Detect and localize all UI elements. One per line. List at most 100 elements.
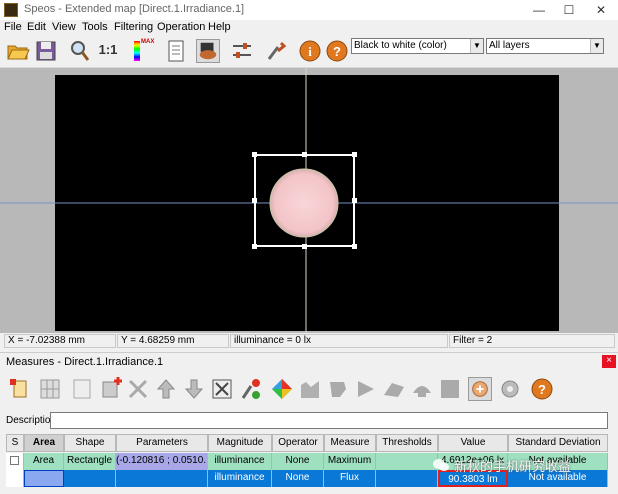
measure-settings-icon[interactable] xyxy=(238,377,262,401)
help-icon[interactable]: ? xyxy=(530,377,554,401)
adjust-sliders-icon[interactable] xyxy=(230,39,254,63)
chevron-down-icon: ▼ xyxy=(590,39,603,53)
table-row-checkbox[interactable] xyxy=(6,470,24,487)
cone-shape-icon[interactable] xyxy=(354,377,378,401)
measures-table: S Area Shape Parameters Magnitude Operat… xyxy=(6,434,618,494)
close-window-button[interactable]: ✕ xyxy=(586,0,616,20)
window-title: Speos - Extended map [Direct.1.Irradianc… xyxy=(24,3,245,15)
export-toggle[interactable] xyxy=(468,377,492,401)
profile-chart-icon[interactable] xyxy=(298,377,322,401)
status-x: X = -7.02388 mm xyxy=(4,334,116,348)
help-icon[interactable]: ? xyxy=(325,39,349,63)
column-header-s[interactable]: S xyxy=(6,434,24,452)
column-header-value[interactable]: Value xyxy=(438,434,508,452)
column-header-parameters[interactable]: Parameters xyxy=(116,434,208,452)
table-cell-magnitude[interactable]: illuminance xyxy=(208,453,272,470)
light-spot xyxy=(269,168,339,238)
menu-view[interactable]: View xyxy=(52,21,76,33)
svg-text:?: ? xyxy=(538,382,546,397)
table-cell-shape[interactable] xyxy=(64,470,116,487)
status-y: Y = 4.68259 mm xyxy=(117,334,229,348)
table-cell-thresholds[interactable] xyxy=(376,470,438,487)
close-measures-button[interactable]: × xyxy=(602,355,616,368)
move-down-icon[interactable] xyxy=(182,377,206,401)
table-cell-parameters[interactable]: (-0.120816 ; 0.0510... xyxy=(116,453,208,470)
menu-edit[interactable]: Edit xyxy=(27,21,46,33)
measures-toolbar: ? xyxy=(0,370,618,408)
table-cell-shape[interactable]: Rectangle xyxy=(64,453,116,470)
map-overlay xyxy=(0,68,618,333)
menu-help[interactable]: Help xyxy=(208,21,231,33)
grid-measure-icon[interactable] xyxy=(38,377,62,401)
gear-icon[interactable] xyxy=(498,377,522,401)
layers-select-value: All layers xyxy=(489,40,530,51)
main-toolbar: 1:1 MAX i ? Black to white (color) ▼ All… xyxy=(0,36,618,68)
table-cell-thresholds[interactable] xyxy=(376,453,438,470)
status-filter: Filter = 2 xyxy=(449,334,615,348)
column-header-shape[interactable]: Shape xyxy=(64,434,116,452)
square-shape-icon[interactable] xyxy=(438,377,462,401)
dome-shape-icon[interactable] xyxy=(410,377,434,401)
svg-text:?: ? xyxy=(333,44,341,59)
menu-bar: File Edit View Tools Filtering Operation… xyxy=(0,20,618,36)
zoom-icon[interactable] xyxy=(68,39,92,63)
description-input[interactable] xyxy=(50,412,608,429)
insert-row-icon[interactable] xyxy=(100,377,124,401)
table-cell-area[interactable]: Area xyxy=(24,453,64,470)
table-cell-measure[interactable]: Maximum xyxy=(324,453,376,470)
add-measure-icon[interactable] xyxy=(8,377,32,401)
shape-tool-icon[interactable] xyxy=(326,377,350,401)
status-bar: X = -7.02388 mm Y = 4.68259 mm illuminan… xyxy=(0,333,618,350)
surface-shape-icon[interactable] xyxy=(382,377,406,401)
tools-wrench-icon[interactable] xyxy=(264,39,288,63)
open-folder-icon[interactable] xyxy=(6,39,30,63)
row-checkbox[interactable] xyxy=(10,456,19,465)
measures-panel-title: Measures - Direct.1.Irradiance.1 xyxy=(6,356,164,368)
table-cell-area[interactable] xyxy=(24,470,64,487)
clear-measures-icon[interactable] xyxy=(210,377,234,401)
menu-tools[interactable]: Tools xyxy=(82,21,108,33)
surface-view-toggle[interactable] xyxy=(196,39,220,63)
colormap-select-value: Black to white (color) xyxy=(354,40,447,51)
zoom-1-1-button[interactable]: 1:1 xyxy=(96,39,120,63)
layers-select[interactable]: All layers ▼ xyxy=(486,38,604,54)
menu-filtering[interactable]: Filtering xyxy=(114,21,153,33)
table-cell-std-dev[interactable]: Not available xyxy=(508,453,608,470)
table-cell-measure[interactable]: Flux xyxy=(324,470,376,487)
color-diamond-icon[interactable] xyxy=(270,377,294,401)
table-cell-value[interactable]: 4.6912e+06 lx xyxy=(438,453,508,470)
export-icon xyxy=(472,381,488,397)
menu-file[interactable]: File xyxy=(4,21,22,33)
measures-panel-header: Measures - Direct.1.Irradiance.1 xyxy=(0,352,618,370)
save-icon[interactable] xyxy=(34,39,58,63)
chevron-down-icon: ▼ xyxy=(470,39,483,53)
speos-app-icon xyxy=(4,3,18,17)
color-scale-icon[interactable]: MAX xyxy=(132,39,156,63)
table-cell-std-dev[interactable]: Not available xyxy=(508,470,608,487)
title-bar: Speos - Extended map [Direct.1.Irradianc… xyxy=(0,0,618,20)
status-value: illuminance = 0 lx xyxy=(230,334,448,348)
table-row-checkbox[interactable] xyxy=(6,453,24,470)
list-measure-icon[interactable] xyxy=(70,377,94,401)
minimize-button[interactable]: — xyxy=(524,0,554,20)
report-document-icon[interactable] xyxy=(164,39,188,63)
column-header-std-dev[interactable]: Standard Deviation xyxy=(508,434,608,452)
table-cell-operator[interactable]: None xyxy=(272,453,324,470)
delete-row-icon[interactable] xyxy=(126,377,150,401)
table-cell-magnitude[interactable]: illuminance xyxy=(208,470,272,487)
column-header-operator[interactable]: Operator xyxy=(272,434,324,452)
column-header-thresholds[interactable]: Thresholds xyxy=(376,434,438,452)
maximize-button[interactable]: ☐ xyxy=(554,0,584,20)
surface-view-icon xyxy=(199,42,217,60)
column-header-area[interactable]: Area xyxy=(24,434,64,452)
table-cell-operator[interactable]: None xyxy=(272,470,324,487)
info-icon[interactable]: i xyxy=(298,39,322,63)
column-header-magnitude[interactable]: Magnitude xyxy=(208,434,272,452)
table-cell-value[interactable]: 90.3803 lm xyxy=(438,470,508,487)
menu-operation[interactable]: Operation xyxy=(157,21,205,33)
column-header-measure[interactable]: Measure xyxy=(324,434,376,452)
speos-window: Speos - Extended map [Direct.1.Irradianc… xyxy=(0,0,618,494)
move-up-icon[interactable] xyxy=(154,377,178,401)
colormap-select[interactable]: Black to white (color) ▼ xyxy=(351,38,484,54)
table-cell-parameters[interactable] xyxy=(116,470,208,487)
